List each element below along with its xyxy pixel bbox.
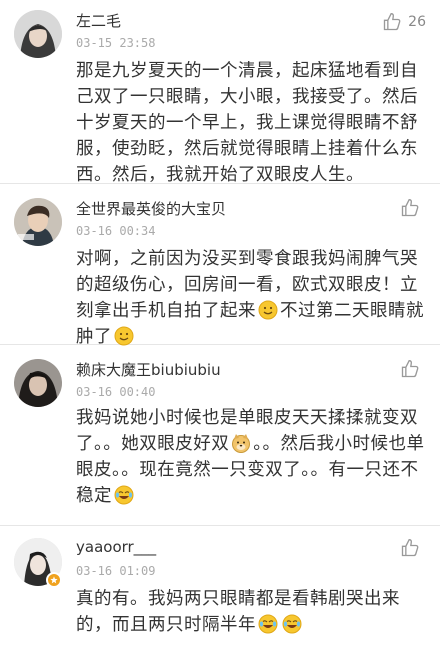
avatar[interactable] (14, 359, 62, 407)
timestamp: 03-16 00:40 (76, 385, 156, 399)
comment-item: 全世界最英俊的大宝贝 03-16 00:34 对啊，之前因为没买到零食跟我妈闹脾… (0, 184, 440, 347)
smile-emoji-icon (114, 326, 134, 346)
laugh-cry-emoji-icon (258, 614, 278, 634)
like-button[interactable] (400, 359, 426, 379)
comment-item: yaaoorr___ 03-16 01:09 真的有。我妈两只眼睛都是看韩剧哭出… (0, 526, 440, 645)
avatar[interactable] (14, 10, 62, 58)
thumbs-up-icon (400, 198, 420, 218)
avatar[interactable] (14, 198, 62, 246)
laugh-cry-emoji-icon (114, 485, 134, 505)
comment-text-part: 真的有。我妈两只眼睛都是看韩剧哭出来的，而且两只时隔半年 (76, 589, 400, 635)
comment-text: 对啊，之前因为没买到零食跟我妈闹脾气哭的超级伤心，回房间一看，欧式双眼皮！立刻拿… (76, 246, 426, 350)
like-button[interactable] (400, 538, 426, 558)
timestamp: 03-16 00:34 (76, 224, 156, 238)
thumbs-up-icon (400, 359, 420, 379)
comment-item: 左二毛 03-15 23:58 26 那是九岁夏天的一个清晨，起床猛地看到自己双… (0, 0, 440, 185)
timestamp: 03-16 01:09 (76, 564, 156, 578)
like-count: 26 (408, 14, 426, 30)
username[interactable]: 赖床大魔王biubiubiu (76, 359, 221, 380)
comment-item: 赖床大魔王biubiubiu 03-16 00:40 我妈说她小时候也是单眼皮天… (0, 345, 440, 526)
comment-text: 我妈说她小时候也是单眼皮天天揉揉就变双了。。她双眼皮好双 。。然后我小时候也单眼皮… (76, 405, 426, 509)
laugh-cry-emoji-icon (282, 614, 302, 634)
username[interactable]: 左二毛 (76, 10, 121, 31)
username[interactable]: 全世界最英俊的大宝贝 (76, 198, 226, 219)
thumbs-up-icon (400, 538, 420, 558)
comment-text: 那是九岁夏天的一个清晨，起床猛地看到自己双了一只眼睛，大小眼，我接受了。然后十岁… (76, 61, 418, 185)
doge-emoji-icon (231, 433, 251, 453)
comment-text: 真的有。我妈两只眼睛都是看韩剧哭出来的，而且两只时隔半年 (76, 586, 426, 638)
like-button[interactable] (400, 198, 426, 218)
username[interactable]: yaaoorr___ (76, 538, 156, 556)
timestamp: 03-15 23:58 (76, 36, 156, 50)
thumbs-up-icon (382, 12, 402, 32)
like-button[interactable]: 26 (382, 12, 426, 32)
verified-badge-icon (46, 572, 62, 588)
smile-emoji-icon (258, 300, 278, 320)
